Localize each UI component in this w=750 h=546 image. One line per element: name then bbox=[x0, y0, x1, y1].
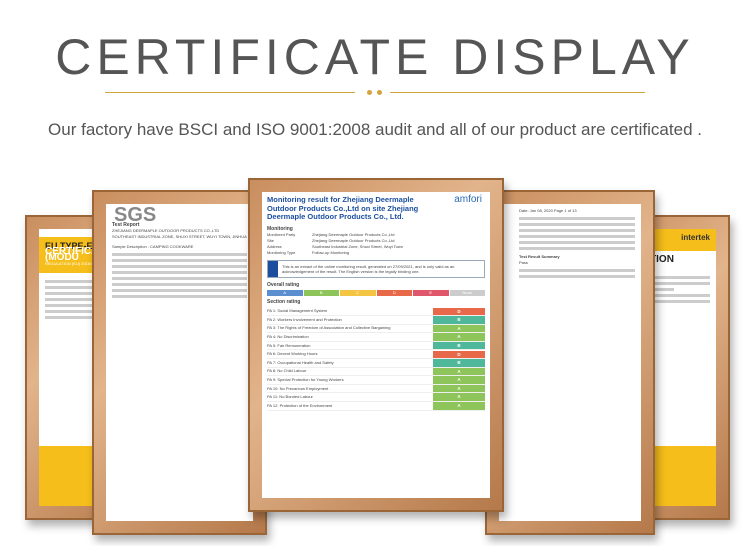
section-label: PA 3: The Rights of Freedom of Associati… bbox=[267, 325, 391, 331]
grade-badge: A bbox=[433, 333, 485, 341]
overall-rating-label: Overall rating bbox=[267, 281, 300, 288]
grade-badge: A bbox=[433, 376, 485, 384]
section-label: PA 2: Workers Involvement and Protection bbox=[267, 316, 342, 322]
section-label: PA 4: No Discrimination bbox=[267, 334, 309, 340]
grade-badge: D bbox=[433, 350, 485, 359]
grade-badge: D bbox=[433, 307, 485, 316]
grade-badge: A bbox=[433, 402, 485, 410]
section-row: PA 3: The Rights of Freedom of Associati… bbox=[267, 324, 485, 334]
amfori-title: Monitoring result for Zhejiang Deermaple… bbox=[267, 195, 419, 221]
section-row: PA 6: Decent Working Hours D bbox=[267, 350, 485, 360]
grade-badge: A bbox=[433, 324, 485, 333]
test-result: Pass bbox=[519, 260, 528, 265]
sgs-sample: Sample Description : CAMPING COOKWARE bbox=[112, 244, 194, 249]
section-row: PA 10: No Precarious Employment A bbox=[267, 384, 485, 394]
section-row: PA 11: No Bonded Labour A bbox=[267, 393, 485, 403]
sgs-logo: SGS bbox=[114, 204, 157, 226]
overall-rating-c: C bbox=[340, 289, 376, 296]
test-report-frame: Date: Jan 08, 2020 Page 1 of 13 Test Res… bbox=[485, 190, 655, 535]
section-label: PA 11: No Bonded Labour bbox=[267, 394, 313, 400]
section-label: PA 10: No Precarious Employment bbox=[267, 385, 329, 391]
section-label: PA 7: Occupational Health and Safety bbox=[267, 359, 334, 365]
overall-rating-none: None bbox=[449, 289, 485, 296]
section-row: PA 9: Special Protection for Young Worke… bbox=[267, 376, 485, 385]
section-rating-label: Section rating bbox=[267, 298, 301, 305]
grade-badge: A bbox=[433, 384, 485, 393]
section-row: PA 4: No Discrimination A bbox=[267, 333, 485, 342]
subtitle: Our factory have BSCI and ISO 9001:2008 … bbox=[48, 120, 702, 139]
section-row: PA 7: Occupational Health and Safety B bbox=[267, 359, 485, 368]
sgs-address: SOUTHEAST INDUSTRIAL ZONE, SHUXI STREET,… bbox=[112, 234, 247, 239]
gold-divider bbox=[105, 90, 645, 96]
overall-rating-b: B bbox=[303, 289, 339, 296]
field-label: Monitoring Type bbox=[267, 249, 296, 255]
grade-badge: B bbox=[433, 359, 485, 367]
grade-badge: B bbox=[433, 341, 485, 350]
grade-badge: B bbox=[433, 316, 485, 324]
section-row: PA 1: Social Management System D bbox=[267, 307, 485, 317]
section-label: PA 1: Social Management System bbox=[267, 308, 328, 314]
section-row: PA 8: No Child Labour A bbox=[267, 367, 485, 377]
field-value: Follow-up Monitoring bbox=[312, 249, 350, 255]
section-row: PA 12: Protection of the Environment A bbox=[267, 402, 485, 411]
section-row: PA 2: Workers Involvement and Protection… bbox=[267, 316, 485, 325]
info-notice: This is an extract of the online monitor… bbox=[267, 259, 485, 278]
section-row: PA 5: Fair Remuneration B bbox=[267, 341, 485, 351]
overall-rating-d: D bbox=[376, 289, 412, 296]
test-header: Date: Jan 08, 2020 Page 1 of 13 bbox=[519, 208, 577, 213]
section-label: PA 9: Special Protection for Young Worke… bbox=[267, 377, 344, 383]
section-label: PA 5: Fair Remuneration bbox=[267, 342, 311, 348]
amfori-logo: amfori bbox=[454, 194, 482, 205]
page-title: CERTIFICATE DISPLAY bbox=[55, 29, 695, 85]
amfori-certificate-frame: Monitoring result for Zhejiang Deermaple… bbox=[248, 178, 504, 512]
sgs-certificate-frame: SGS Test Report ZHEJIANG DEERMAPLE OUTDO… bbox=[92, 190, 267, 535]
section-label: PA 12: Protection of the Environment bbox=[267, 402, 333, 408]
overall-rating-e: E bbox=[413, 289, 449, 296]
grade-badge: A bbox=[433, 393, 485, 401]
section-label: PA 6: Decent Working Hours bbox=[267, 351, 318, 357]
section-label: PA 8: No Child Labour bbox=[267, 368, 307, 374]
monitoring-field: Monitoring Type Follow-up Monitoring bbox=[267, 250, 485, 256]
overall-rating-a: A bbox=[267, 289, 303, 296]
grade-badge: A bbox=[433, 367, 485, 376]
